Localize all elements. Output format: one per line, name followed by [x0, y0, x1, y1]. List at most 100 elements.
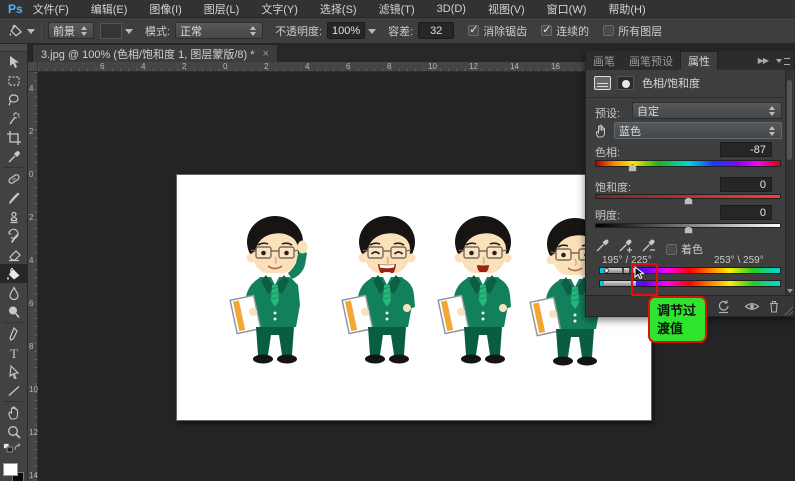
- tool-hand[interactable]: [0, 403, 28, 422]
- mode-select[interactable]: 正常: [175, 22, 263, 39]
- image-canvas[interactable]: [176, 174, 652, 421]
- delete-trash-icon[interactable]: [767, 299, 781, 314]
- panel-menu-icon[interactable]: [776, 56, 790, 66]
- tool-eyedropper[interactable]: [0, 147, 28, 166]
- tool-dodge[interactable]: [0, 302, 28, 321]
- lightness-value[interactable]: 0: [720, 205, 772, 220]
- panel-scrollbar[interactable]: [785, 70, 793, 295]
- collapse-panel-icon[interactable]: ▶▶: [758, 56, 768, 65]
- range-handle-circle[interactable]: [604, 268, 609, 273]
- lightness-slider-thumb[interactable]: [684, 226, 693, 234]
- document-tab-title: 3.jpg @ 100% (色相/饱和度 1, 图层蒙版/8) *: [41, 46, 255, 62]
- all-layers-checkbox-row[interactable]: 所有图层: [603, 23, 662, 39]
- v-ruler-label: 4: [29, 85, 33, 93]
- reset-adjustment-icon[interactable]: [716, 299, 731, 314]
- menu-select[interactable]: 选择(S): [320, 1, 357, 17]
- colorize-checkbox-row[interactable]: 着色: [666, 241, 703, 257]
- menu-file[interactable]: 文件(F): [33, 1, 69, 17]
- healing-brush-icon: [6, 171, 22, 187]
- channel-select[interactable]: 蓝色: [614, 122, 782, 139]
- antialias-checkbox[interactable]: [468, 25, 479, 36]
- hue-ramp-after[interactable]: [599, 280, 781, 287]
- saturation-slider-track[interactable]: [595, 194, 781, 199]
- range-handle-bar[interactable]: [622, 268, 624, 273]
- visibility-eye-icon[interactable]: [744, 299, 760, 314]
- saturation-slider-thumb[interactable]: [684, 197, 693, 205]
- contiguous-checkbox-row[interactable]: 连续的: [541, 23, 589, 39]
- foreground-color-swatch[interactable]: [3, 463, 18, 476]
- tool-clone-stamp[interactable]: [0, 207, 28, 226]
- hue-label: 色相:: [595, 144, 620, 160]
- hue-value[interactable]: -87: [720, 142, 772, 157]
- ruler-corner: [28, 62, 38, 72]
- menu-type[interactable]: 文字(Y): [261, 1, 298, 17]
- tool-blur[interactable]: [0, 283, 28, 302]
- hue-slider-thumb[interactable]: [628, 164, 637, 172]
- cartoon-character-1: [229, 209, 321, 389]
- tolerance-input[interactable]: 32: [418, 22, 454, 39]
- saturation-value[interactable]: 0: [720, 177, 772, 192]
- menu-filter[interactable]: 滤镜(T): [379, 1, 415, 17]
- opacity-control[interactable]: 100%: [327, 22, 376, 39]
- tab-brush-presets[interactable]: 画笔预设: [622, 51, 680, 70]
- tool-line[interactable]: [0, 381, 28, 400]
- menu-3d[interactable]: 3D(D): [437, 3, 466, 15]
- lightness-slider-track[interactable]: [595, 223, 781, 228]
- antialias-checkbox-row[interactable]: 消除锯齿: [468, 23, 527, 39]
- targeted-adjustment-hand-icon[interactable]: [593, 122, 610, 139]
- tool-pen[interactable]: [0, 324, 28, 343]
- menu-edit[interactable]: 编辑(E): [91, 1, 128, 17]
- hue-slider-track[interactable]: [595, 160, 781, 167]
- layer-mask-icon[interactable]: [617, 76, 634, 90]
- tab-properties[interactable]: 属性: [680, 51, 718, 70]
- rectangular-marquee-icon: [6, 73, 22, 89]
- menu-window[interactable]: 窗口(W): [547, 1, 587, 17]
- contiguous-checkbox[interactable]: [541, 25, 552, 36]
- tool-path-selection[interactable]: [0, 362, 28, 381]
- pattern-picker[interactable]: [100, 23, 133, 39]
- menu-image[interactable]: 图像(I): [149, 1, 181, 17]
- menu-view[interactable]: 视图(V): [488, 1, 525, 17]
- eyedropper-add-icon[interactable]: [617, 237, 634, 254]
- tool-healing-brush[interactable]: [0, 169, 28, 188]
- panel-resize-grip[interactable]: [783, 305, 793, 315]
- opacity-value[interactable]: 100%: [327, 22, 365, 39]
- color-swatches: [0, 457, 28, 481]
- tool-rectangular-marquee[interactable]: [0, 71, 28, 90]
- tool-zoom[interactable]: [0, 422, 28, 441]
- tool-lasso[interactable]: [0, 90, 28, 109]
- toolbar-grip[interactable]: [0, 44, 27, 52]
- tool-history-brush[interactable]: [0, 226, 28, 245]
- tool-type[interactable]: T: [0, 343, 28, 362]
- scrollbar-thumb[interactable]: [787, 80, 792, 160]
- fill-source-select[interactable]: 前景: [48, 22, 94, 39]
- colorize-checkbox[interactable]: [666, 244, 677, 255]
- tool-brush[interactable]: [0, 188, 28, 207]
- swap-colors-icon[interactable]: [13, 443, 24, 453]
- eyedropper-subtract-icon[interactable]: [640, 237, 657, 254]
- tab-brush[interactable]: 画笔: [586, 51, 622, 70]
- document-tab[interactable]: 3.jpg @ 100% (色相/饱和度 1, 图层蒙版/8) * ×: [32, 44, 278, 62]
- scroll-down-arrow-icon[interactable]: [787, 289, 793, 293]
- close-tab-icon[interactable]: ×: [263, 48, 269, 60]
- tool-preset-picker[interactable]: [8, 23, 35, 38]
- default-colors-icon[interactable]: [3, 443, 13, 453]
- menu-help[interactable]: 帮助(H): [608, 1, 645, 17]
- vertical-ruler[interactable]: 4 2 0 2 4 6 8 10 12 14: [28, 72, 38, 481]
- tool-eraser[interactable]: [0, 245, 28, 264]
- clone-stamp-icon: [6, 209, 22, 225]
- toolbar-separator: [3, 322, 24, 323]
- tool-move[interactable]: [0, 52, 28, 71]
- tool-paint-bucket[interactable]: [0, 264, 28, 283]
- panel-title: 色相/饱和度: [642, 75, 700, 91]
- tool-magic-wand[interactable]: [0, 109, 28, 128]
- all-layers-checkbox[interactable]: [603, 25, 614, 36]
- all-layers-label: 所有图层: [618, 23, 662, 39]
- hue-ramp-before[interactable]: [599, 267, 781, 274]
- menu-layer[interactable]: 图层(L): [204, 1, 239, 17]
- tool-crop[interactable]: [0, 128, 28, 147]
- photoshop-window: Ps 文件(F) 编辑(E) 图像(I) 图层(L) 文字(Y) 选择(S) 滤…: [0, 0, 795, 481]
- eyedropper-sample-icon[interactable]: [594, 237, 611, 254]
- preset-select[interactable]: 自定: [632, 102, 782, 119]
- move-icon: [6, 54, 22, 70]
